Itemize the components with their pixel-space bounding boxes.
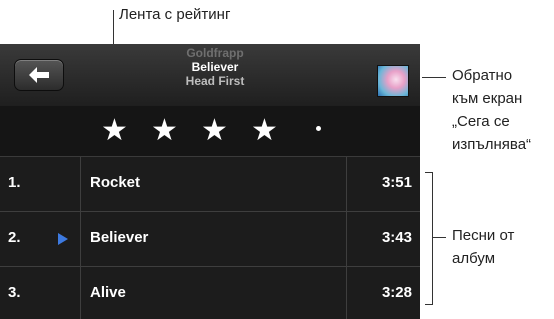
now-playing-callout-line bbox=[422, 77, 446, 78]
back-button[interactable] bbox=[14, 59, 64, 91]
track-duration: 3:28 bbox=[381, 284, 412, 301]
album-art-button[interactable] bbox=[377, 65, 409, 97]
rating-callout: Лента с рейтинг bbox=[119, 6, 231, 23]
rating-bar[interactable]: ★ ★ ★ ★ bbox=[0, 106, 420, 157]
track-duration: 3:51 bbox=[381, 174, 412, 191]
now-playing-callout-line-1: Обратно bbox=[452, 67, 513, 84]
now-playing-callout-line-2: към екран bbox=[452, 90, 523, 107]
rating-star-5-empty[interactable] bbox=[316, 126, 321, 131]
track-number: 1. bbox=[8, 174, 21, 191]
track-number: 3. bbox=[8, 284, 21, 301]
artist-name: Goldfrapp bbox=[186, 46, 244, 60]
songs-bracket-bottom bbox=[425, 304, 433, 305]
track-title: Rocket bbox=[90, 174, 141, 191]
column-divider bbox=[346, 157, 347, 211]
track-row[interactable]: 1. Rocket 3:51 bbox=[0, 157, 420, 212]
track-row-playing[interactable]: 2. Believer 3:43 bbox=[0, 212, 420, 267]
now-playing-indicator-icon bbox=[58, 233, 68, 245]
track-row[interactable]: 3. Alive 3:28 bbox=[0, 267, 420, 319]
now-playing-callout-line-4: изпълнява“ bbox=[452, 136, 532, 153]
now-playing-screen: Goldfrapp Believer Head First ★ ★ ★ ★ 1.… bbox=[0, 44, 420, 319]
left-arrow-icon bbox=[29, 67, 49, 83]
album-songs-callout-line-1: Песни от bbox=[452, 227, 515, 244]
column-divider bbox=[346, 267, 347, 319]
now-playing-callout: Обратно към екран „Сега се изпълнява“ bbox=[452, 64, 531, 156]
column-divider bbox=[80, 157, 81, 211]
track-number: 2. bbox=[8, 229, 21, 246]
now-playing-header: Goldfrapp Believer Head First bbox=[0, 44, 420, 106]
rating-star-1[interactable]: ★ bbox=[101, 114, 128, 148]
song-title: Believer bbox=[191, 60, 239, 74]
songs-bracket-vertical bbox=[432, 172, 433, 304]
track-title: Alive bbox=[90, 284, 126, 301]
songs-bracket-pointer bbox=[433, 237, 446, 238]
track-title: Believer bbox=[90, 229, 149, 246]
rating-star-3[interactable]: ★ bbox=[201, 114, 228, 148]
column-divider bbox=[80, 267, 81, 319]
album-songs-callout: Песни от албум bbox=[452, 224, 514, 270]
now-playing-callout-line-3: „Сега се bbox=[452, 113, 510, 130]
album-songs-callout-line-2: албум bbox=[452, 250, 496, 267]
column-divider bbox=[80, 212, 81, 266]
album-name: Head First bbox=[185, 74, 245, 88]
rating-star-2[interactable]: ★ bbox=[151, 114, 178, 148]
column-divider bbox=[346, 212, 347, 266]
track-duration: 3:43 bbox=[381, 229, 412, 246]
track-info: Goldfrapp Believer Head First bbox=[130, 46, 300, 88]
rating-star-4[interactable]: ★ bbox=[251, 114, 278, 148]
